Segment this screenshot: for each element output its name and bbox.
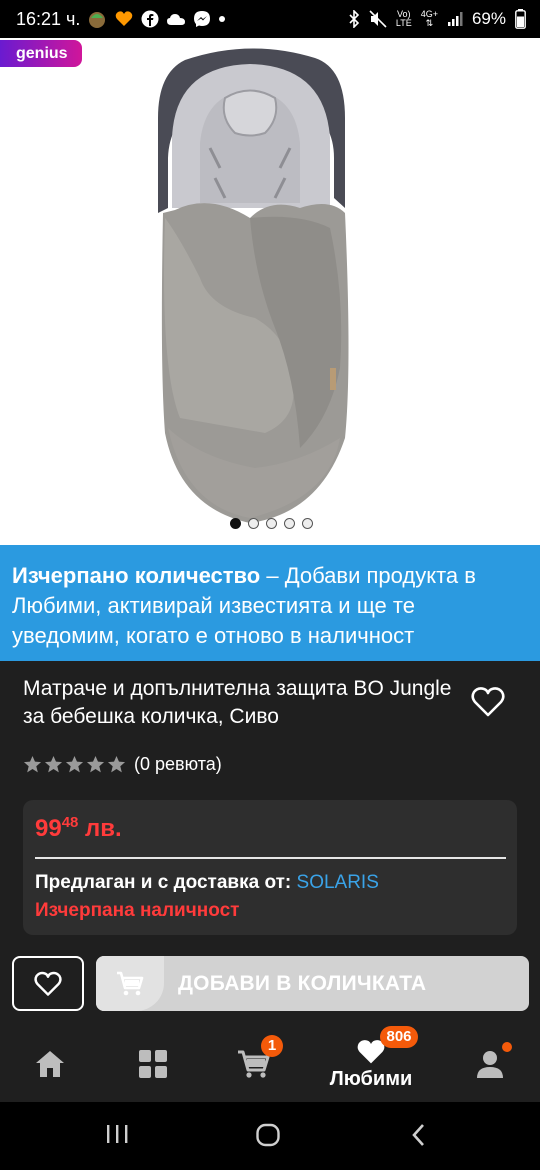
nav-categories[interactable] xyxy=(133,1026,173,1102)
carousel-dot[interactable] xyxy=(248,518,259,529)
price: 9948 лв. xyxy=(35,814,122,843)
back-icon xyxy=(412,1124,424,1146)
product-photo xyxy=(158,48,349,523)
seller-prefix: Предлаган и с доставка от: xyxy=(35,872,297,893)
banner-bold-text: Изчерпано количество xyxy=(12,563,261,588)
star-icon xyxy=(23,755,42,773)
nav-favorites-label: Любими xyxy=(329,1067,413,1090)
price-card: 9948 лв. Предлаган и с доставка от: SOLA… xyxy=(23,800,517,935)
home-circle-icon xyxy=(256,1123,280,1147)
rating-row[interactable]: (0 ревюта) xyxy=(23,754,222,775)
recent-apps-icon xyxy=(107,1125,128,1143)
stock-status: Изчерпана наличност xyxy=(35,900,240,921)
mute-icon xyxy=(369,10,387,28)
account-icon xyxy=(477,1051,503,1078)
cart-badge: 1 xyxy=(261,1035,283,1057)
add-to-favorites-button[interactable] xyxy=(12,956,84,1011)
battery-text: 69% xyxy=(471,9,506,28)
heart-icon xyxy=(34,971,62,996)
dot-icon xyxy=(218,15,226,23)
price-divider xyxy=(35,857,506,859)
price-cents: 48 xyxy=(61,814,79,831)
status-right: Vo) LTE 4G+ ⇅ 69% xyxy=(348,9,526,29)
volte-indicator: Vo) LTE xyxy=(396,10,412,28)
favorite-heart-icon[interactable] xyxy=(470,686,506,718)
back-button[interactable] xyxy=(408,1122,430,1153)
favorites-badge: 806 xyxy=(380,1026,418,1048)
cart-icon xyxy=(117,971,144,995)
product-title: Матраче и допълнителна защита BO Jungle … xyxy=(23,677,452,728)
recent-apps-button[interactable] xyxy=(104,1122,130,1151)
bottom-nav: 1 Любими 806 xyxy=(0,1026,540,1102)
star-icon xyxy=(107,755,126,773)
price-currency: лв. xyxy=(78,815,122,842)
seller-link[interactable]: SOLARIS xyxy=(297,872,379,893)
out-of-stock-banner[interactable]: Изчерпано количество – Добави продукта в… xyxy=(0,545,540,661)
battery-icon xyxy=(515,9,526,29)
status-bar: 16:21 ч. Vo) LTE 4G+ ⇅ 69% xyxy=(0,0,540,38)
star-icon xyxy=(65,755,84,773)
data-arrows-icon: ⇅ xyxy=(425,18,434,28)
seller-line: Предлаган и с доставка от: SOLARIS xyxy=(35,872,379,894)
carousel-dot[interactable] xyxy=(266,518,277,529)
nav-favorites[interactable]: Любими 806 xyxy=(320,1026,422,1102)
cloud-icon xyxy=(166,11,186,27)
categories-icon xyxy=(139,1050,167,1078)
product-image-carousel[interactable]: genius xyxy=(0,38,540,545)
signal-icon xyxy=(447,11,463,27)
carousel-dot[interactable] xyxy=(230,518,241,529)
carousel-dot[interactable] xyxy=(284,518,295,529)
star-icon xyxy=(44,755,63,773)
add-to-cart-label: ДОБАВИ В КОЛИЧКАТА xyxy=(178,971,427,995)
facebook-icon xyxy=(141,10,159,28)
home-system-button[interactable] xyxy=(255,1122,281,1153)
nav-home[interactable] xyxy=(30,1026,70,1102)
nature-app-icon xyxy=(87,9,107,29)
bluetooth-icon xyxy=(348,10,360,28)
cart-icon-box xyxy=(96,956,164,1011)
star-icon xyxy=(86,755,105,773)
nav-account[interactable] xyxy=(470,1026,512,1102)
account-notification-dot xyxy=(502,1042,512,1052)
price-main: 99 xyxy=(35,815,62,842)
system-navigation-bar xyxy=(0,1102,540,1170)
4g-indicator: 4G+ ⇅ xyxy=(421,10,438,28)
carousel-dots xyxy=(230,518,313,529)
messenger-icon xyxy=(193,10,211,28)
carousel-dot[interactable] xyxy=(302,518,313,529)
volte-bottom-text: LTE xyxy=(395,18,412,28)
add-to-cart-button[interactable]: ДОБАВИ В КОЛИЧКАТА xyxy=(96,956,529,1011)
home-icon xyxy=(36,1051,64,1077)
status-left: 16:21 ч. xyxy=(16,9,226,30)
status-time: 16:21 ч. xyxy=(16,8,81,29)
nav-cart[interactable]: 1 xyxy=(234,1026,283,1102)
heart-app-icon xyxy=(114,9,134,29)
reviews-count: (0 ревюта) xyxy=(134,754,222,774)
